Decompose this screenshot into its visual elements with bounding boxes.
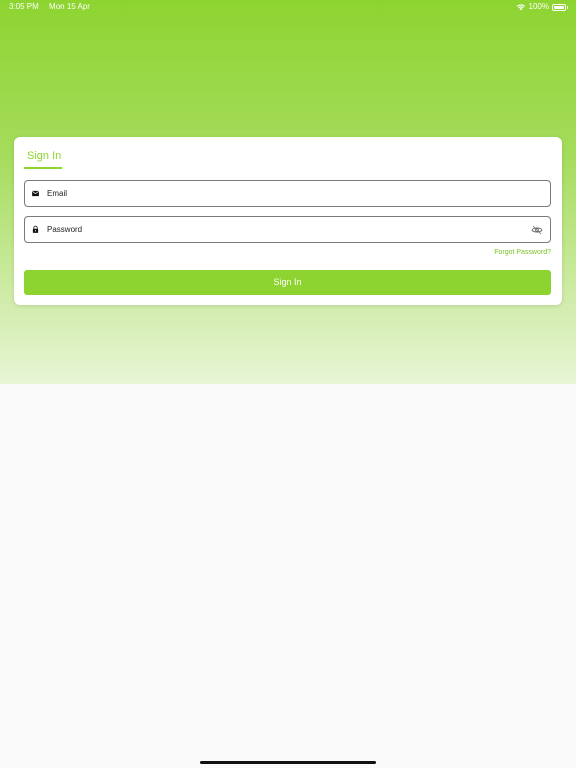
eye-off-icon[interactable] — [531, 224, 543, 236]
password-field[interactable]: Password — [24, 216, 551, 243]
mail-icon — [32, 190, 39, 197]
password-placeholder: Password — [47, 225, 83, 234]
wifi-icon — [516, 4, 525, 11]
battery-percent: 100% — [528, 2, 549, 11]
home-indicator — [200, 761, 376, 764]
email-field[interactable]: Email — [24, 180, 551, 207]
status-bar: 3:05 PM Mon 15 Apr 100% — [0, 0, 576, 14]
status-date: Mon 15 Apr — [49, 2, 90, 11]
forgot-password-link[interactable]: Forgot Password? — [494, 249, 551, 256]
status-left: 3:05 PM Mon 15 Apr — [9, 0, 98, 14]
sign-in-card: Sign In Email Password Forgot Password? — [14, 137, 562, 305]
sign-in-screen: 3:05 PM Mon 15 Apr 100% Sign In Email Pa… — [0, 0, 576, 768]
battery-icon — [552, 3, 568, 11]
status-time: 3:05 PM — [9, 2, 39, 11]
email-placeholder: Email — [47, 189, 68, 198]
battery-fill — [554, 5, 564, 9]
tab-indicator — [24, 167, 62, 169]
lock-icon — [32, 225, 39, 233]
sign-in-button[interactable]: Sign In — [24, 270, 551, 295]
status-right: 100% — [516, 0, 568, 14]
